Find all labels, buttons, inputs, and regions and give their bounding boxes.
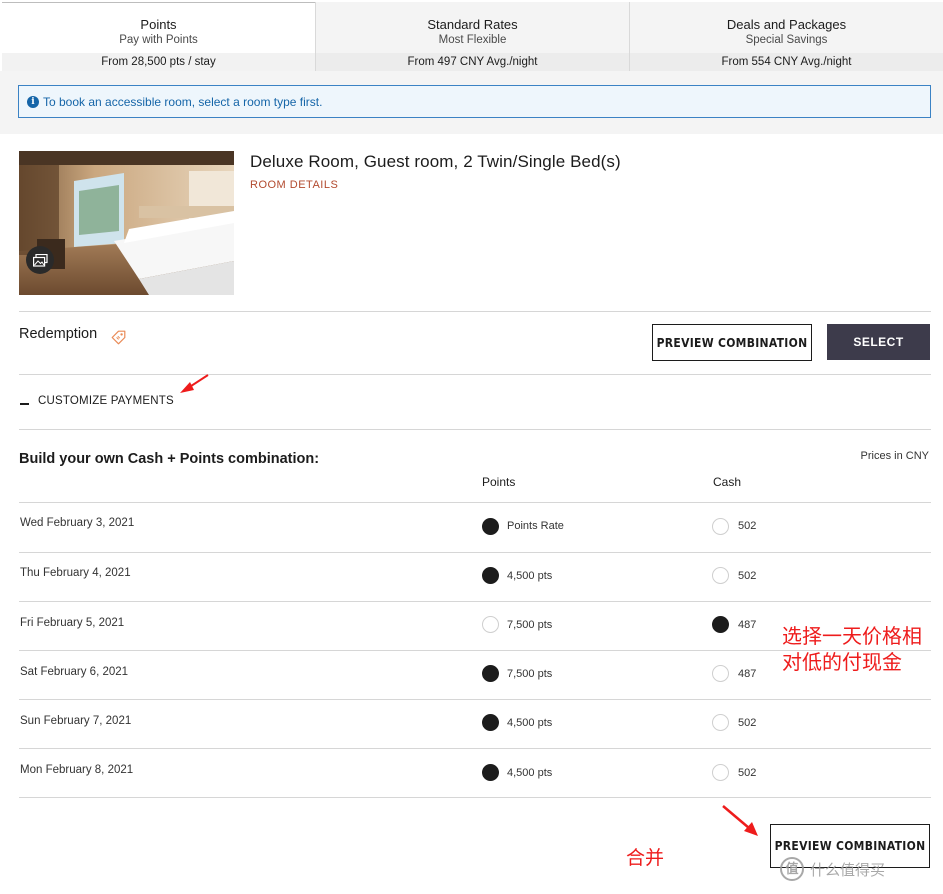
annotation-merge: 合并 — [626, 847, 665, 869]
annotation-arrows — [180, 374, 758, 836]
watermark-logo-icon: 值 — [780, 857, 804, 881]
annotation-note-line2: 对低的付现金 — [782, 650, 902, 674]
arrow-to-customize — [180, 374, 209, 393]
watermark-text: 什么值得买 — [810, 861, 886, 879]
watermark: 值 什么值得买 — [780, 857, 885, 881]
annotation-note-line1: 选择一天价格相 — [782, 624, 922, 648]
arrow-to-preview — [722, 805, 758, 836]
annotation-note: 选择一天价格相 对低的付现金 — [782, 623, 922, 675]
